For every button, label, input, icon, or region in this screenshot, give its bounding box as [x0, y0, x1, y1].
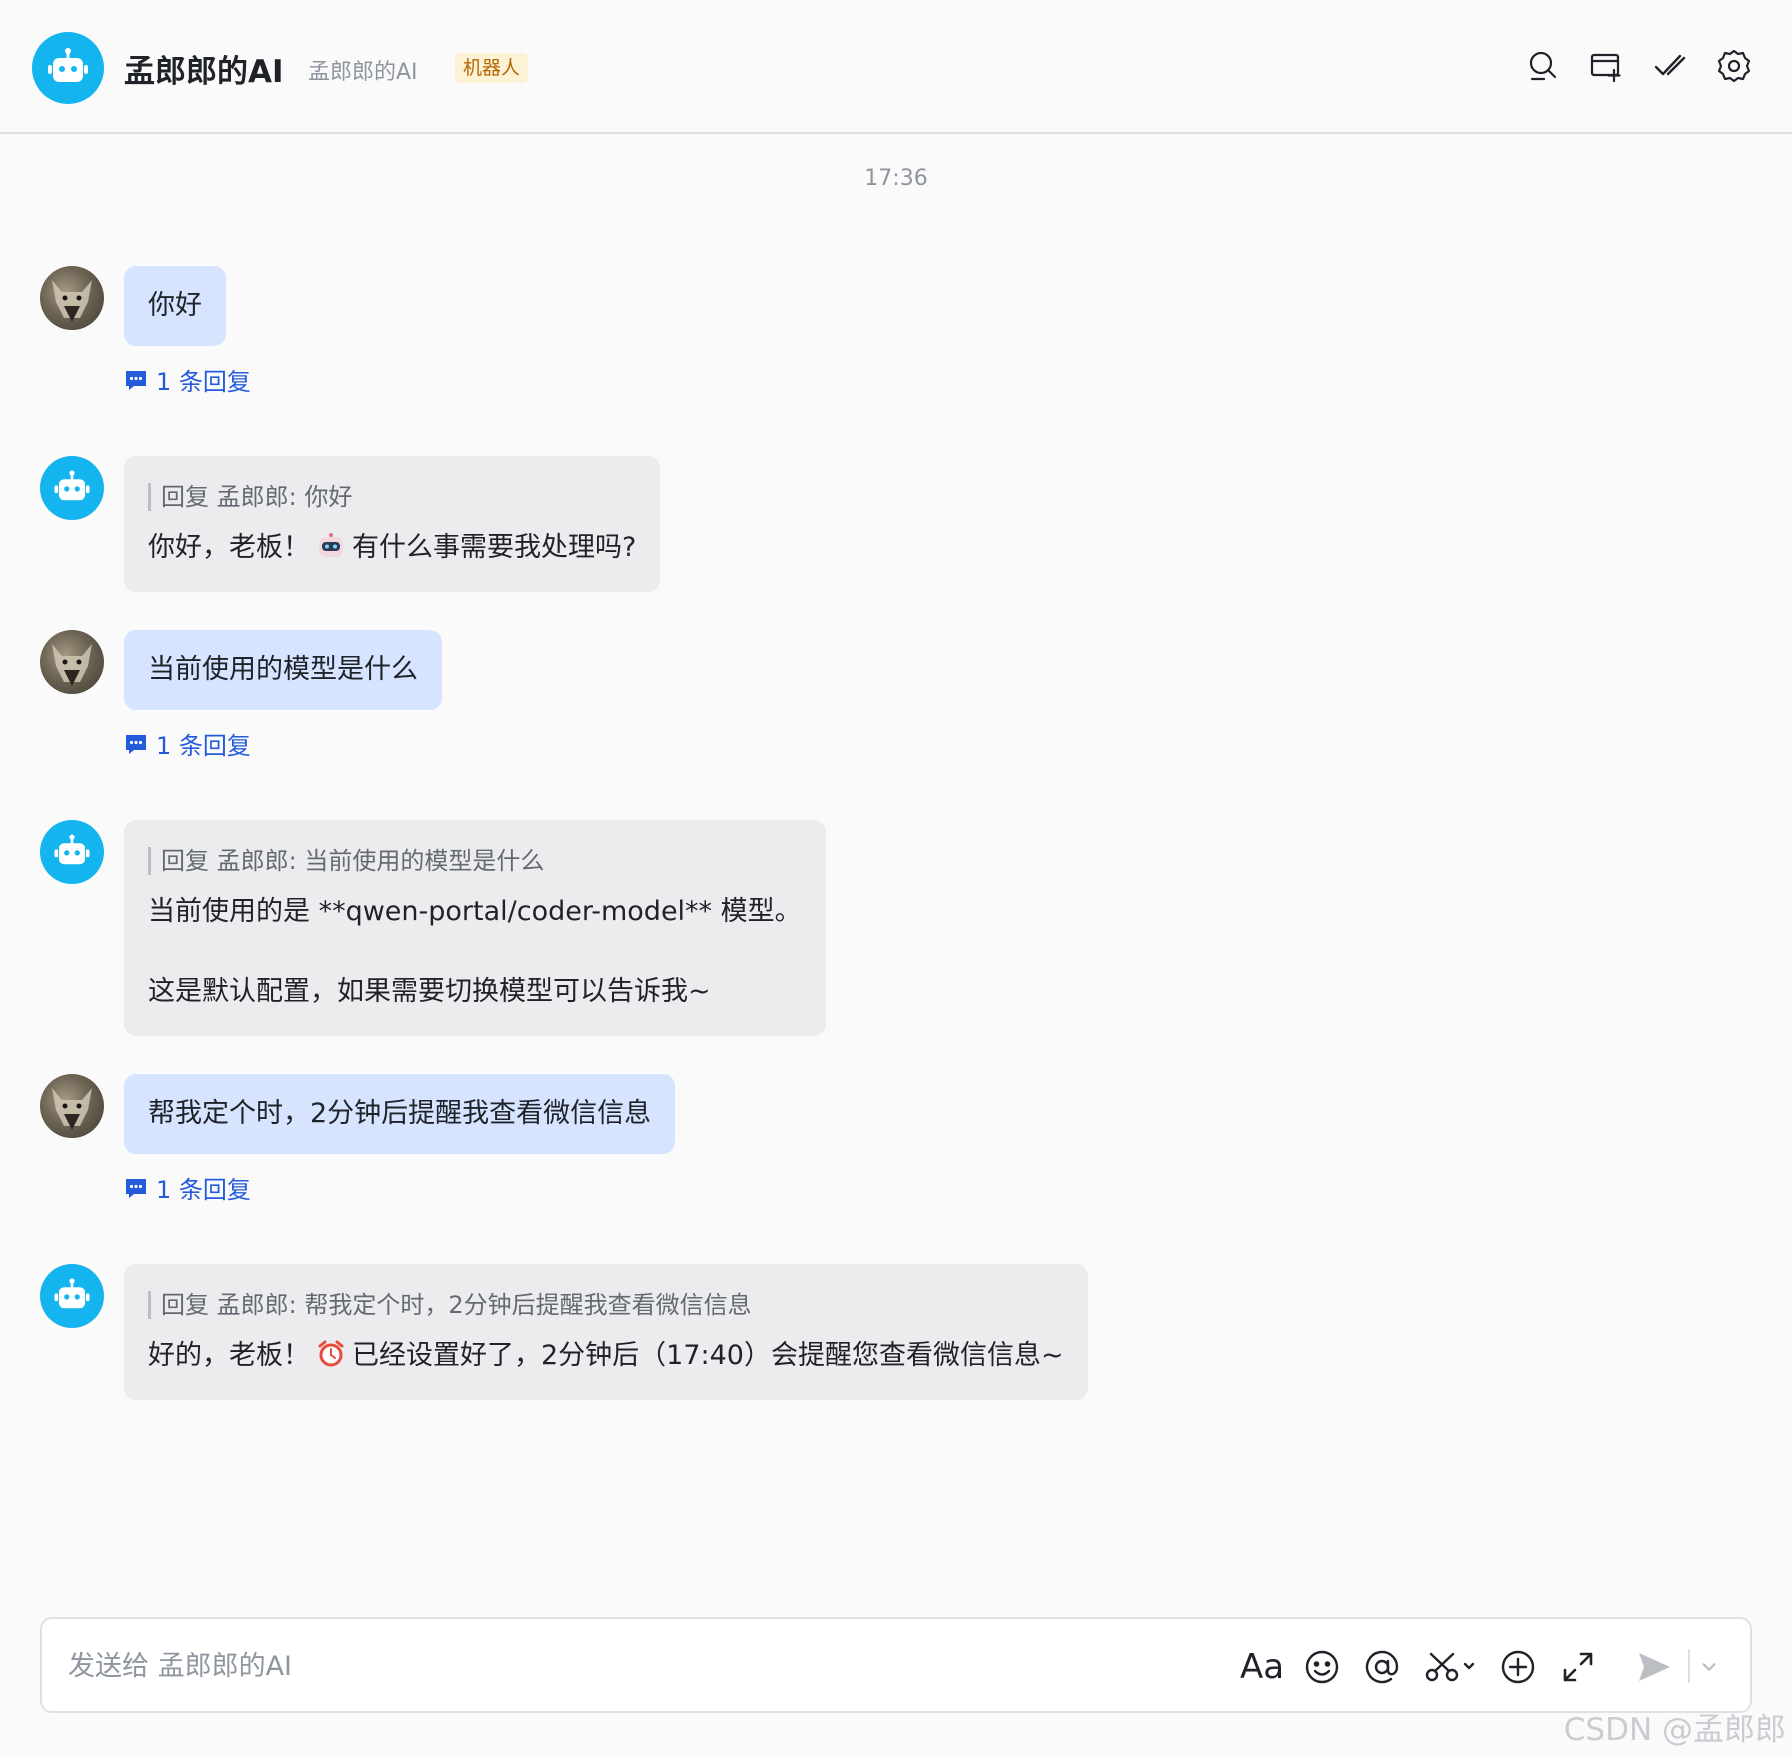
- message-text: 你好: [148, 290, 202, 321]
- message-bubble[interactable]: 回复 孟郎郎: 当前使用的模型是什么 当前使用的是 **qwen-portal/…: [124, 820, 826, 1036]
- reply-quote: 回复 孟郎郎: 帮我定个时，2分钟后提醒我查看微信信息: [148, 1291, 1064, 1319]
- message-text-line: 这是默认配置，如果需要切换模型可以告诉我~: [148, 976, 711, 1007]
- robot-emoji-icon: [319, 533, 343, 557]
- message-bubble[interactable]: 回复 孟郎郎: 你好 你好，老板！ 有什么事需要我处理吗?: [124, 456, 661, 592]
- message-bubble[interactable]: 你好: [124, 266, 226, 346]
- reply-quote: 回复 孟郎郎: 你好: [148, 483, 636, 511]
- user-avatar[interactable]: [40, 1074, 104, 1138]
- bot-avatar[interactable]: [40, 820, 104, 884]
- thread-reply-link[interactable]: 1 条回复: [124, 726, 251, 761]
- font-button-label: Aa: [1239, 1647, 1285, 1687]
- mention-icon[interactable]: [1362, 1647, 1402, 1687]
- reply-quote: 回复 孟郎郎: 当前使用的模型是什么: [148, 847, 802, 875]
- comment-icon: [126, 734, 146, 754]
- wolf-avatar-icon: [52, 280, 92, 322]
- message-text-part: 好的，老板！: [148, 1340, 310, 1371]
- message-text: 你好，老板！ 有什么事需要我处理吗?: [148, 529, 636, 567]
- message-bubble[interactable]: 当前使用的模型是什么: [124, 630, 442, 710]
- send-options-icon[interactable]: [1696, 1647, 1722, 1687]
- bot-badge: 机器人: [455, 53, 529, 83]
- robot-icon: [54, 1278, 90, 1309]
- message-input[interactable]: [66, 1645, 1070, 1687]
- message-text-line: 当前使用的是 **qwen-portal/coder-model** 模型。: [148, 896, 802, 927]
- wolf-avatar-icon: [52, 1088, 92, 1130]
- done-icon[interactable]: [1652, 48, 1688, 84]
- font-icon[interactable]: Aa: [1239, 1647, 1285, 1687]
- message-text: 帮我定个时，2分钟后提醒我查看微信信息: [148, 1098, 652, 1129]
- reply-count: 1 条回复: [156, 1176, 251, 1204]
- thread-reply-link[interactable]: 1 条回复: [124, 362, 251, 397]
- message-text-part: 已经设置好了，2分钟后（17:40）会提醒您查看微信信息~: [352, 1340, 1064, 1371]
- user-avatar[interactable]: [40, 266, 104, 330]
- watermark: CSDN @孟郎郎: [1563, 1712, 1786, 1748]
- divider: [1688, 1649, 1690, 1683]
- robot-icon: [54, 470, 90, 501]
- robot-icon: [54, 834, 90, 865]
- user-avatar[interactable]: [40, 630, 104, 694]
- screenshot-icon[interactable]: [1422, 1647, 1480, 1687]
- message-text: 当前使用的模型是什么: [148, 654, 418, 685]
- search-icon[interactable]: [1524, 48, 1560, 84]
- comment-icon: [126, 370, 146, 390]
- settings-icon[interactable]: [1716, 48, 1752, 84]
- comment-icon: [126, 1178, 146, 1198]
- reply-count: 1 条回复: [156, 732, 251, 760]
- message-text-part: 你好，老板！: [148, 532, 310, 563]
- send-icon[interactable]: [1634, 1647, 1674, 1687]
- message-composer: Aa: [40, 1617, 1752, 1713]
- timestamp: 17:36: [864, 166, 928, 191]
- expand-icon[interactable]: [1558, 1647, 1598, 1687]
- chat-title[interactable]: 孟郎郎的AI: [124, 46, 284, 91]
- alarm-clock-emoji-icon: [318, 1340, 344, 1367]
- message-text: 好的，老板！ 已经设置好了，2分钟后（17:40）会提醒您查看微信信息~: [148, 1337, 1064, 1375]
- message-bubble[interactable]: 帮我定个时，2分钟后提醒我查看微信信息: [124, 1074, 676, 1154]
- chat-header: 孟郎郎的AI 孟郎郎的AI 机器人: [0, 0, 1792, 134]
- bot-avatar[interactable]: [40, 1264, 104, 1328]
- add-to-chat-icon[interactable]: [1588, 48, 1624, 84]
- bot-avatar[interactable]: [40, 456, 104, 520]
- emoji-icon[interactable]: [1302, 1647, 1342, 1687]
- bot-avatar[interactable]: [32, 32, 104, 104]
- reply-count: 1 条回复: [156, 368, 251, 396]
- more-icon[interactable]: [1498, 1647, 1538, 1687]
- message-text-part: 有什么事需要我处理吗?: [352, 532, 637, 563]
- thread-reply-link[interactable]: 1 条回复: [124, 1170, 251, 1205]
- wolf-avatar-icon: [52, 644, 92, 686]
- message-bubble[interactable]: 回复 孟郎郎: 帮我定个时，2分钟后提醒我查看微信信息 好的，老板！ 已经设置好…: [124, 1264, 1088, 1400]
- chat-subtitle: 孟郎郎的AI: [308, 60, 418, 85]
- robot-icon: [48, 48, 88, 82]
